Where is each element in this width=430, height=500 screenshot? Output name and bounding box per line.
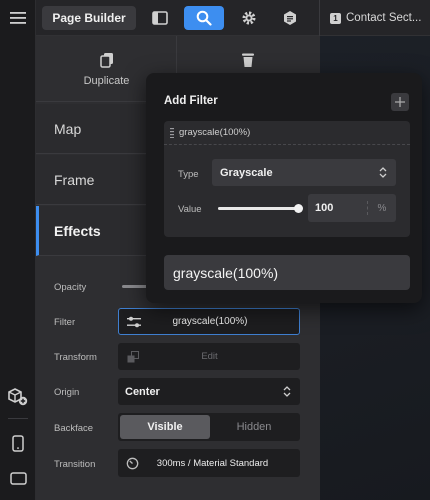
section-frame-label: Frame: [54, 171, 95, 188]
search-button[interactable]: [184, 6, 224, 30]
transition-field[interactable]: 300ms / Material Standard: [118, 449, 300, 477]
transform-icon: [127, 350, 139, 362]
type-select[interactable]: Grayscale: [212, 159, 396, 186]
menu-icon[interactable]: [7, 8, 29, 28]
styles-icon[interactable]: [276, 7, 304, 29]
origin-label: Origin: [54, 387, 80, 398]
search-icon: [196, 10, 212, 26]
left-rail: [0, 0, 36, 500]
backface-visible[interactable]: Visible: [120, 415, 210, 439]
plus-icon: [395, 97, 405, 107]
filter-field[interactable]: grayscale(100%): [118, 308, 300, 335]
origin-value: Center: [125, 385, 160, 398]
sliders-icon: [127, 316, 141, 327]
value-slider[interactable]: [218, 204, 303, 213]
trash-icon: [242, 53, 254, 67]
transform-field[interactable]: Edit: [118, 343, 300, 370]
add-filter-popup: Add Filter grayscale(100%) Type Grayscal…: [146, 73, 422, 303]
filter-item-card: grayscale(100%) Type Grayscale Value 100…: [164, 121, 410, 237]
transition-label: Transition: [54, 459, 96, 470]
chevron-updown-icon: [283, 386, 291, 397]
filter-item-label: grayscale(100%): [179, 127, 251, 138]
filter-label: Filter: [54, 317, 76, 328]
page-tab[interactable]: 1 Contact Sect...: [320, 0, 430, 36]
filter-result-field[interactable]: grayscale(100%): [164, 255, 410, 290]
page-number-icon: 1: [330, 12, 341, 24]
transition-value: 300ms / Material Standard: [156, 457, 269, 469]
backface-toggle: Visible Hidden: [118, 413, 300, 441]
add-component-icon[interactable]: [6, 386, 30, 408]
duplicate-icon: [100, 53, 113, 68]
value-label: Value: [178, 204, 202, 215]
top-bar: Page Builder 1 Contact Sect...: [36, 0, 430, 36]
popup-title: Add Filter: [164, 95, 218, 107]
origin-select[interactable]: Center: [118, 378, 300, 405]
value-number: 100: [315, 202, 334, 214]
backface-label: Backface: [54, 423, 94, 434]
filter-item-header[interactable]: grayscale(100%): [164, 121, 410, 145]
section-map-label: Map: [54, 120, 82, 137]
backface-hidden[interactable]: Hidden: [210, 415, 298, 439]
opacity-label: Opacity: [54, 282, 87, 293]
page-tab-label: Contact Sect...: [346, 12, 422, 24]
type-label: Type: [178, 169, 199, 180]
transform-label: Transform: [54, 352, 97, 363]
filter-result-value: grayscale(100%): [173, 264, 279, 281]
value-slider-knob[interactable]: [293, 204, 303, 213]
value-input[interactable]: 100 %: [308, 194, 396, 222]
value-slider-fill: [218, 207, 298, 210]
value-unit: %: [377, 202, 387, 214]
drag-handle-icon[interactable]: [170, 128, 174, 138]
desktop-view-icon[interactable]: [6, 467, 30, 489]
page-builder-button[interactable]: Page Builder: [42, 6, 136, 30]
add-filter-button[interactable]: [391, 93, 409, 111]
section-effects-label: Effects: [54, 222, 101, 239]
rail-divider: [8, 418, 28, 419]
timer-icon: [126, 457, 139, 469]
type-value: Grayscale: [220, 166, 273, 179]
chevron-updown-icon: [379, 167, 387, 178]
transform-edit: Edit: [201, 351, 218, 362]
mobile-view-icon[interactable]: [8, 432, 28, 454]
filter-value: grayscale(100%): [172, 316, 248, 327]
gear-icon[interactable]: [235, 7, 263, 29]
layout-panel-icon[interactable]: [146, 7, 174, 29]
